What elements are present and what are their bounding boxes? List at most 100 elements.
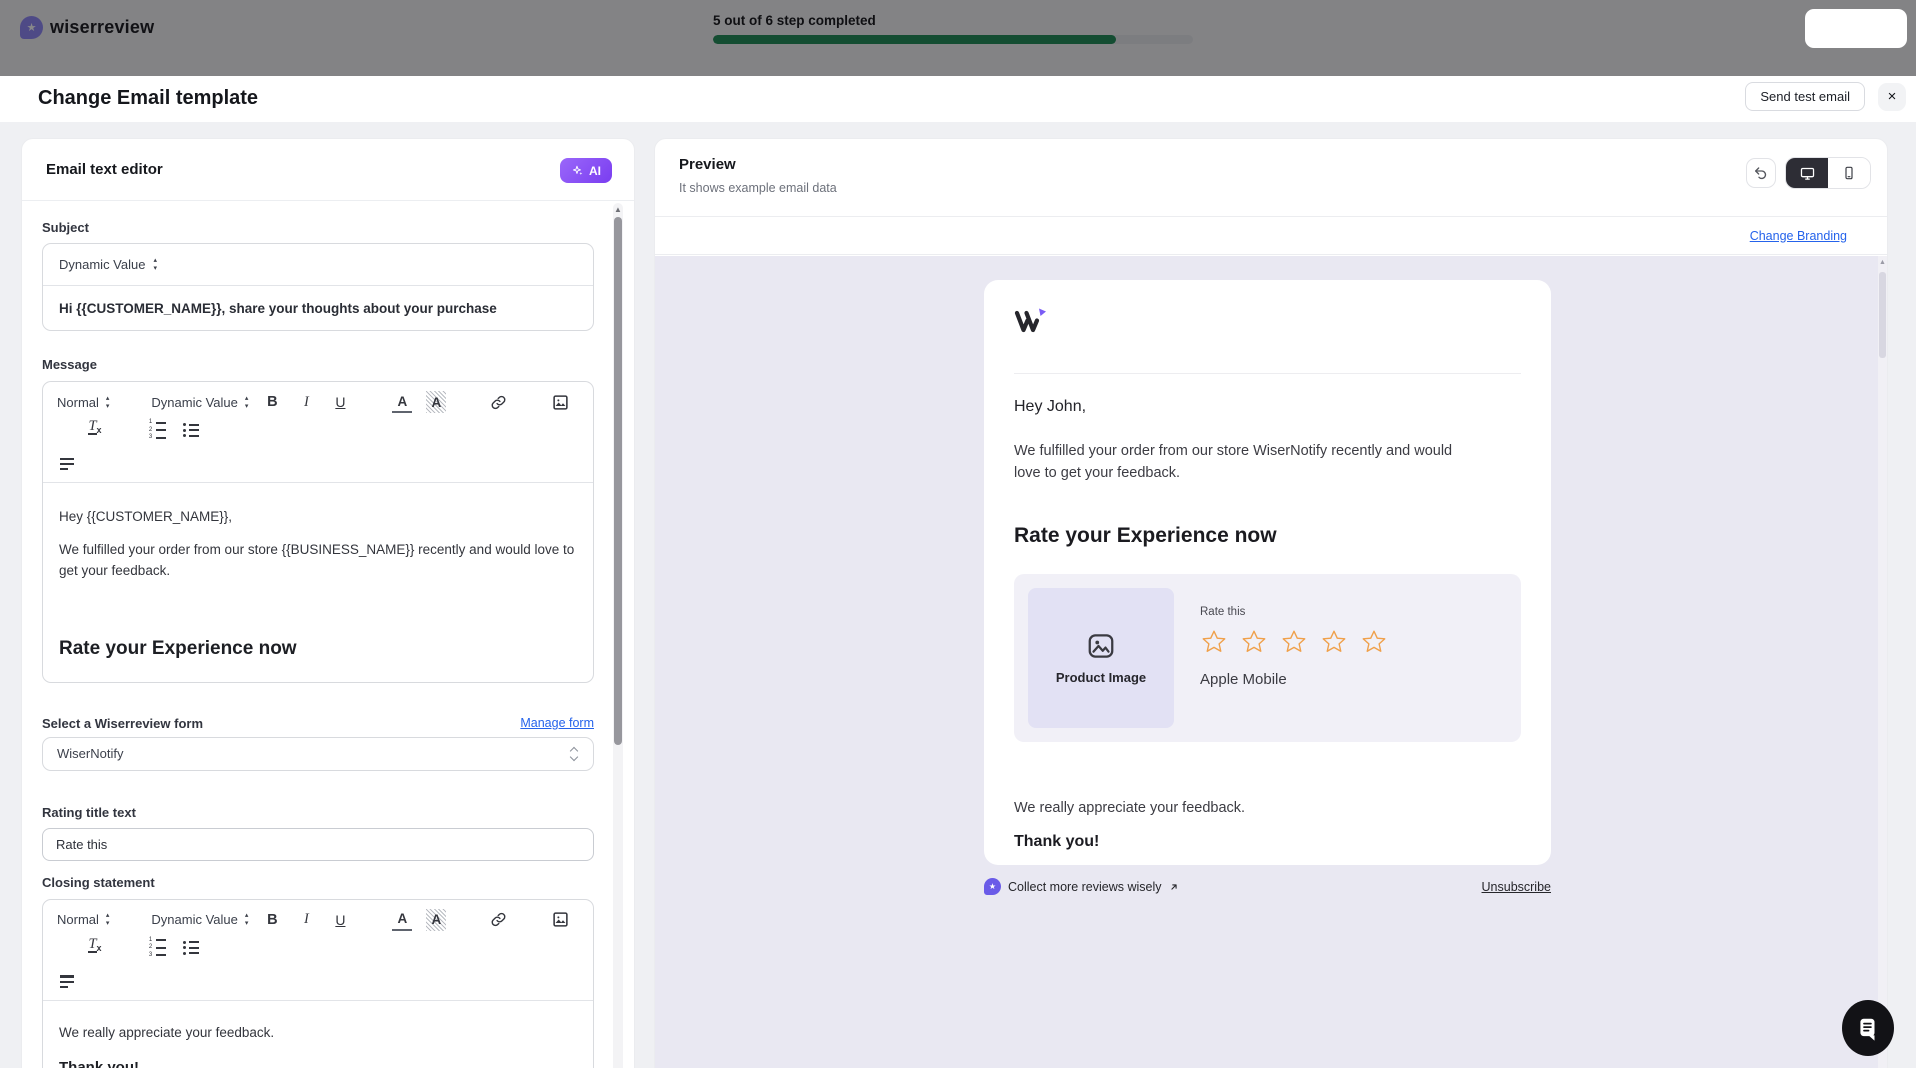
star-icon	[1240, 628, 1268, 656]
align-left-button[interactable]	[57, 971, 77, 993]
updown-icon: ▴▾	[153, 257, 157, 272]
topbar-account-button[interactable]	[1805, 9, 1907, 48]
change-branding-link[interactable]: Change Branding	[1750, 229, 1847, 243]
italic-button[interactable]: I	[296, 391, 316, 413]
device-toggle	[1785, 157, 1871, 189]
message-label: Message	[42, 357, 594, 372]
manage-form-link[interactable]: Manage form	[520, 716, 594, 730]
link-button[interactable]	[488, 909, 508, 931]
text-color-button[interactable]: A	[392, 391, 412, 413]
email-preview-card: Hey John, We fulfilled your order from o…	[984, 280, 1551, 865]
modal-title: Change Email template	[38, 87, 258, 110]
form-select-row: Select a Wiserreview form Manage form	[42, 716, 594, 731]
message-toolbar: Normal ▴▾ Dynamic Value ▴▾ B I U	[43, 382, 593, 483]
editor-title: Email text editor	[46, 161, 163, 178]
bold-button[interactable]: B	[262, 391, 282, 413]
rating-title-input[interactable]	[42, 828, 594, 861]
desktop-view-button[interactable]	[1786, 158, 1828, 188]
preview-header: Preview It shows example email data	[655, 139, 1887, 217]
align-left-icon	[60, 458, 74, 471]
paragraph-style-select[interactable]: Normal ▴▾	[57, 912, 109, 927]
dynamic-value-select[interactable]: Dynamic Value ▴▾	[151, 912, 248, 927]
ordered-list-icon: 1 2 3	[148, 420, 166, 440]
modal-body: Email text editor AI Subject Dynamic Val…	[0, 122, 1916, 1068]
message-body-editor[interactable]: Hey {{CUSTOMER_NAME}}, We fulfilled your…	[43, 483, 593, 682]
closing-body-editor[interactable]: We really appreciate your feedback. Than…	[43, 1001, 593, 1068]
ordered-list-button[interactable]: 1 2 3	[147, 937, 167, 959]
preview-controls	[1746, 157, 1871, 189]
mobile-icon	[1841, 165, 1857, 181]
sparkle-icon	[571, 164, 584, 177]
form-select[interactable]: WiserNotify	[42, 737, 594, 771]
image-icon	[552, 911, 569, 928]
mobile-view-button[interactable]	[1828, 158, 1870, 188]
form-label: Select a Wiserreview form	[42, 716, 203, 731]
closing-p1: We really appreciate your feedback.	[59, 1023, 577, 1044]
subject-dynamic-value-select[interactable]: Dynamic Value ▴▾	[43, 244, 593, 286]
external-arrow-icon	[1169, 882, 1179, 892]
updown-icon: ▴▾	[106, 912, 110, 927]
undo-button[interactable]	[1746, 158, 1776, 188]
message-p2: We fulfilled your order from our store {…	[59, 540, 577, 582]
clear-formatting-button[interactable]: Tx	[85, 419, 105, 441]
modal-actions: Send test email ×	[1745, 82, 1906, 111]
scroll-up-icon[interactable]: ▲	[613, 205, 623, 214]
subject-input[interactable]: Hi {{CUSTOMER_NAME}}, share your thought…	[43, 286, 593, 330]
star-rating	[1200, 628, 1388, 656]
closing-p2: Thank you!	[59, 1056, 577, 1068]
bullet-list-icon	[183, 941, 199, 955]
align-left-icon	[60, 975, 74, 988]
dynamic-value-select[interactable]: Dynamic Value ▴▾	[151, 395, 248, 410]
topbar: ★ wiserreview 5 out of 6 step completed	[0, 0, 1916, 76]
closing-editor: Normal ▴▾ Dynamic Value ▴▾ B I U	[42, 899, 594, 1068]
message-heading: Rate your Experience now	[59, 638, 577, 660]
preview-scrollbar[interactable]: ▲	[1878, 256, 1887, 1068]
highlight-color-button[interactable]: A	[426, 909, 446, 931]
product-image-placeholder: Product Image	[1028, 588, 1174, 728]
image-icon	[552, 394, 569, 411]
closing-statement-label: Closing statement	[42, 875, 594, 890]
chat-launcher-button[interactable]	[1842, 1000, 1894, 1056]
close-icon: ×	[1888, 88, 1897, 105]
subject-box: Dynamic Value ▴▾ Hi {{CUSTOMER_NAME}}, s…	[42, 243, 594, 331]
star-icon	[1280, 628, 1308, 656]
rate-this-label: Rate this	[1200, 606, 1388, 618]
editor-scroll-area: Subject Dynamic Value ▴▾ Hi {{CUSTOMER_N…	[22, 202, 634, 1068]
updown-icon: ▴▾	[245, 912, 249, 927]
text-color-button[interactable]: A	[392, 909, 412, 931]
scrollbar-thumb[interactable]	[614, 217, 622, 745]
updown-icon: ▴▾	[245, 395, 249, 410]
bullet-list-button[interactable]	[181, 419, 201, 441]
bullet-list-button[interactable]	[181, 937, 201, 959]
star-icon	[1200, 628, 1228, 656]
ordered-list-icon: 1 2 3	[148, 938, 166, 958]
editor-scrollbar[interactable]: ▲ ▼	[613, 203, 623, 1068]
paragraph-style-select[interactable]: Normal ▴▾	[57, 395, 109, 410]
message-p1: Hey {{CUSTOMER_NAME}},	[59, 507, 577, 528]
unsubscribe-link: Unsubscribe	[1482, 880, 1551, 894]
desktop-icon	[1799, 165, 1816, 182]
scrollbar-thumb[interactable]	[1879, 272, 1886, 358]
highlight-color-button[interactable]: A	[426, 391, 446, 413]
collect-reviews-link: ★ Collect more reviews wisely	[984, 878, 1179, 895]
clear-formatting-button[interactable]: Tx	[85, 937, 105, 959]
preview-panel: Preview It shows example email data	[654, 138, 1888, 1068]
close-modal-button[interactable]: ×	[1878, 83, 1906, 111]
ordered-list-button[interactable]: 1 2 3	[147, 419, 167, 441]
italic-button[interactable]: I	[296, 909, 316, 931]
send-test-email-button[interactable]: Send test email	[1745, 82, 1865, 111]
insert-image-button[interactable]	[550, 391, 570, 413]
rating-column: Rate this Apple Mobile	[1200, 588, 1388, 728]
link-button[interactable]	[488, 391, 508, 413]
rating-title-label: Rating title text	[42, 805, 594, 820]
bold-button[interactable]: B	[262, 909, 282, 931]
message-editor: Normal ▴▾ Dynamic Value ▴▾ B I U	[42, 381, 594, 683]
scroll-up-icon[interactable]: ▲	[1878, 259, 1887, 266]
align-left-button[interactable]	[57, 453, 77, 475]
product-name: Apple Mobile	[1200, 671, 1388, 688]
email-heading: Rate your Experience now	[1014, 524, 1521, 548]
underline-button[interactable]: U	[330, 909, 350, 931]
ai-button[interactable]: AI	[560, 158, 612, 183]
underline-button[interactable]: U	[330, 391, 350, 413]
insert-image-button[interactable]	[550, 909, 570, 931]
